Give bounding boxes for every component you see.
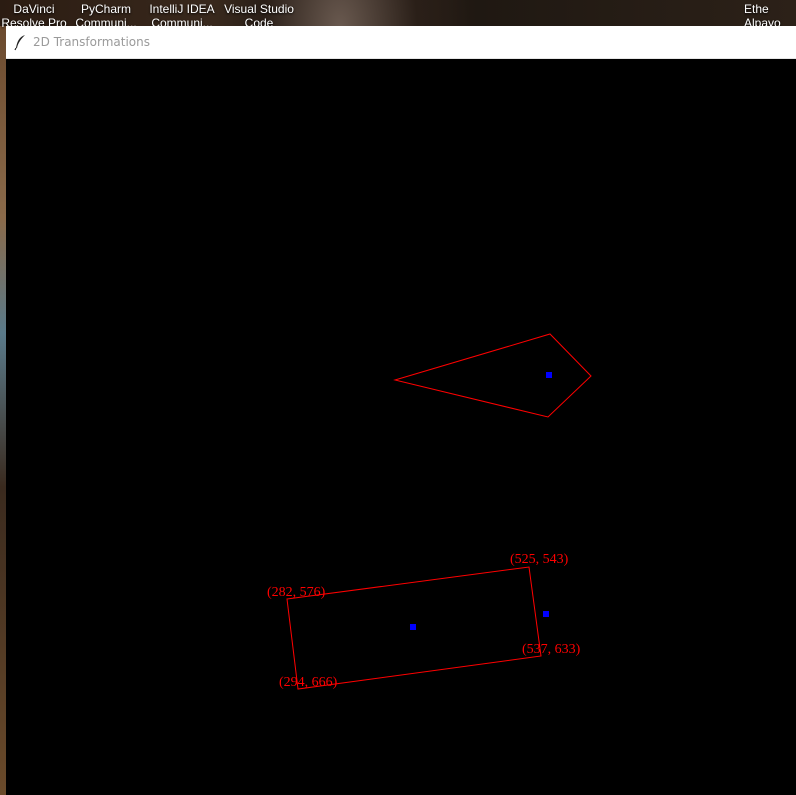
window-title: 2D Transformations	[33, 35, 150, 49]
coord-label-bottom-right: (537, 633)	[522, 642, 581, 657]
pivot-marker	[543, 611, 549, 617]
rectangle-center-marker	[410, 624, 416, 630]
kite-polygon	[393, 333, 592, 418]
feather-icon	[12, 33, 30, 51]
coord-label-bottom-left: (294, 666)	[279, 675, 338, 690]
title-bar[interactable]: 2D Transformations	[6, 26, 796, 59]
kite-center-marker	[546, 372, 552, 378]
app-window: 2D Transformations (525, 543) (282, 576)…	[6, 26, 796, 795]
coord-label-top-left: (282, 576)	[267, 585, 326, 600]
coord-label-top-right: (525, 543)	[510, 552, 569, 567]
drawing-canvas[interactable]: (525, 543) (282, 576) (537, 633) (294, 6…	[6, 59, 796, 795]
